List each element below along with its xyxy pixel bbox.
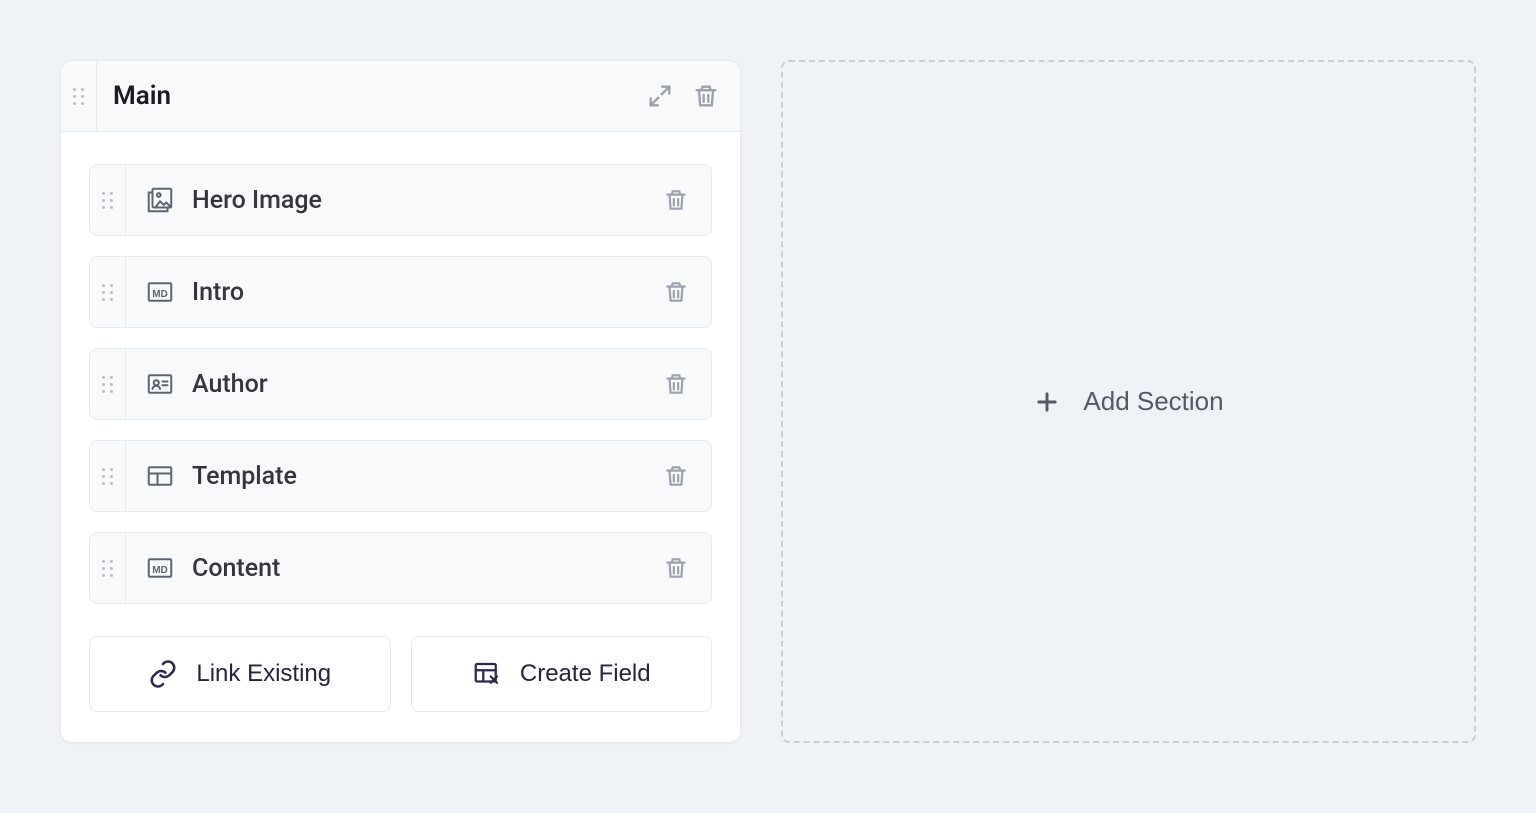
md-icon: MD — [144, 276, 176, 308]
field-row[interactable]: MD Intro — [89, 256, 712, 328]
trash-icon — [663, 371, 689, 397]
link-existing-button[interactable]: Link Existing — [89, 636, 391, 712]
field-label: Template — [192, 462, 297, 491]
delete-field-button[interactable] — [641, 441, 711, 511]
image-icon — [144, 184, 176, 216]
template-icon — [144, 460, 176, 492]
field-row[interactable]: MD Content — [89, 532, 712, 604]
field-label: Hero Image — [192, 186, 322, 215]
svg-text:MD: MD — [152, 565, 168, 576]
svg-text:MD: MD — [152, 289, 168, 300]
trash-icon — [663, 279, 689, 305]
drag-dots-icon — [102, 284, 114, 301]
section-footer-actions: Link Existing Create Field — [89, 636, 712, 712]
md-icon: MD — [144, 552, 176, 584]
drag-dots-icon — [102, 468, 114, 485]
create-field-button[interactable]: Create Field — [411, 636, 713, 712]
drag-dots-icon — [102, 192, 114, 209]
section-card-main: Main — [60, 60, 741, 743]
link-icon — [148, 659, 178, 689]
trash-icon — [663, 187, 689, 213]
trash-icon — [663, 463, 689, 489]
add-section-button[interactable]: Add Section — [781, 60, 1476, 743]
field-row[interactable]: Template — [89, 440, 712, 512]
add-section-label: Add Section — [1083, 386, 1223, 417]
trash-icon — [663, 555, 689, 581]
field-label: Content — [192, 554, 280, 583]
drag-dots-icon — [102, 560, 114, 577]
create-field-icon — [472, 659, 502, 689]
trash-icon — [692, 82, 720, 110]
field-row[interactable]: Author — [89, 348, 712, 420]
section-title: Main — [97, 61, 626, 131]
field-drag-handle[interactable] — [90, 441, 126, 511]
expand-button[interactable] — [646, 82, 674, 110]
section-drag-handle[interactable] — [61, 61, 97, 131]
expand-icon — [646, 82, 674, 110]
field-label: Author — [192, 370, 268, 399]
field-row[interactable]: Hero Image — [89, 164, 712, 236]
delete-field-button[interactable] — [641, 349, 711, 419]
plus-icon — [1033, 388, 1061, 416]
delete-field-button[interactable] — [641, 533, 711, 603]
link-existing-label: Link Existing — [196, 660, 331, 688]
field-drag-handle[interactable] — [90, 533, 126, 603]
section-header: Main — [61, 61, 740, 132]
delete-field-button[interactable] — [641, 257, 711, 327]
author-icon — [144, 368, 176, 400]
field-drag-handle[interactable] — [90, 165, 126, 235]
section-body: Hero Image MD Intro — [61, 132, 740, 742]
field-label: Intro — [192, 278, 244, 307]
section-actions — [626, 61, 740, 131]
delete-field-button[interactable] — [641, 165, 711, 235]
field-drag-handle[interactable] — [90, 349, 126, 419]
drag-dots-icon — [102, 376, 114, 393]
delete-section-button[interactable] — [692, 82, 720, 110]
drag-dots-icon — [73, 88, 85, 105]
field-drag-handle[interactable] — [90, 257, 126, 327]
create-field-label: Create Field — [520, 660, 651, 688]
